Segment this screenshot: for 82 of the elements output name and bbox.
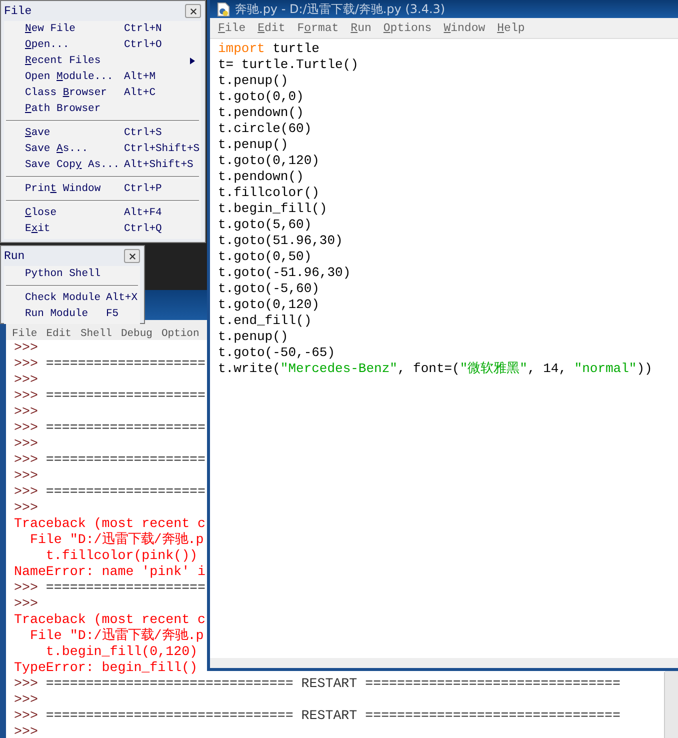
- close-button[interactable]: [185, 4, 201, 18]
- python-file-icon: [216, 2, 231, 16]
- shell-line: >>>: [14, 596, 38, 612]
- code-line: t.goto(51.96,30): [218, 233, 343, 249]
- menu-item[interactable]: Path Browser: [4, 101, 201, 117]
- shell-line: >>> ====================: [14, 388, 206, 404]
- scrollbar[interactable]: [664, 672, 678, 738]
- shell-line: >>> ====================: [14, 420, 206, 436]
- code-line: t.fillcolor(): [218, 185, 320, 201]
- code-line: t.penup(): [218, 329, 288, 345]
- code-line: t.penup(): [218, 137, 288, 153]
- code-line: t.begin_fill(): [218, 201, 328, 217]
- menu-item[interactable]: Recent Files: [4, 53, 201, 69]
- code-line: import turtle: [218, 41, 320, 57]
- error-line: Traceback (most recent c: [14, 612, 206, 628]
- code-line: t.pendown(): [218, 105, 304, 121]
- error-line: t.begin_fill(0,120): [44, 644, 198, 660]
- code-line: t.end_fill(): [218, 313, 312, 329]
- menu-item[interactable]: File: [218, 22, 246, 34]
- menu-item[interactable]: Edit: [258, 22, 286, 34]
- menu-item[interactable]: Edit: [46, 328, 72, 340]
- code-line: t.goto(-51.96,30): [218, 265, 351, 281]
- shell-line: >>> ====================: [14, 484, 206, 500]
- code-line: t.circle(60): [218, 121, 312, 137]
- shell-line: >>>: [14, 436, 38, 452]
- error-line: File "D:/迅雷下载/奔驰.p: [28, 532, 204, 548]
- shell-line: >>> =============================== RESTART ================================: [14, 676, 620, 692]
- shell-line: >>>: [14, 500, 38, 516]
- shell-line: >>>: [14, 468, 38, 484]
- menu-item[interactable]: Python Shell: [4, 266, 140, 282]
- error-line: NameError: name 'pink' i: [14, 564, 206, 580]
- menu-title: File: [4, 4, 32, 18]
- code-line: t.pendown(): [218, 169, 304, 185]
- code-line: t.goto(0,120): [218, 153, 320, 169]
- window-title: 奔驰.py - D:/迅雷下载/奔驰.py (3.4.3): [235, 0, 446, 18]
- menu-item[interactable]: Open Module... Alt+M: [4, 69, 201, 85]
- code-line: t.goto(-50,-65): [218, 345, 336, 361]
- shell-line: >>> =============================== RESTART ================================: [14, 708, 620, 724]
- menu-item[interactable]: Close Alt+F4: [4, 205, 201, 221]
- menu-item[interactable]: Class Browser Alt+C: [4, 85, 201, 101]
- code-line: t.write("Mercedes-Benz", font=("微软雅黑", 14, "normal")): [218, 361, 652, 377]
- close-icon: [128, 252, 136, 260]
- menu-item[interactable]: Option: [161, 328, 200, 340]
- shell-line: >>>: [14, 404, 38, 420]
- shell-line: >>>: [14, 372, 38, 388]
- shell-line: >>>: [14, 692, 38, 708]
- error-line: Traceback (most recent c: [14, 516, 206, 532]
- code-line: t.penup(): [218, 73, 288, 89]
- code-line: t= turtle.Turtle(): [218, 57, 358, 73]
- menu-item[interactable]: Help: [497, 22, 525, 34]
- menu-item[interactable]: Print Window Ctrl+P: [4, 181, 201, 197]
- menu-item[interactable]: Open... Ctrl+O: [4, 37, 201, 53]
- menu-item[interactable]: Save Copy As... Alt+Shift+S: [4, 157, 201, 173]
- menu-item[interactable]: Exit Ctrl+Q: [4, 221, 201, 237]
- close-button[interactable]: [124, 249, 140, 263]
- shell-line: >>> ====================: [14, 356, 206, 372]
- menu-item[interactable]: Save As... Ctrl+Shift+S: [4, 141, 201, 157]
- error-line: TypeError: begin_fill(): [14, 660, 198, 676]
- menu-item[interactable]: Shell: [80, 328, 112, 340]
- code-line: t.goto(5,60): [218, 217, 312, 233]
- menu-item[interactable]: Run Module F5: [4, 306, 140, 322]
- menu-item[interactable]: Save Ctrl+S: [4, 125, 201, 141]
- code-line: t.goto(-5,60): [218, 281, 320, 297]
- shell-line: >>>: [14, 724, 38, 738]
- close-icon: [190, 8, 196, 14]
- shell-line: >>> ====================: [14, 452, 206, 468]
- menu-item[interactable]: Window: [444, 22, 486, 34]
- menu-item[interactable]: Format: [297, 22, 339, 34]
- menu-item[interactable]: File: [12, 328, 38, 340]
- menu-item[interactable]: New File Ctrl+N: [4, 21, 201, 37]
- menu-item[interactable]: Options: [383, 22, 432, 34]
- code-line: t.goto(0,0): [218, 89, 304, 105]
- shell-line: >>>: [14, 340, 38, 356]
- menu-item[interactable]: Run: [350, 22, 372, 34]
- menu-item[interactable]: Check Module Alt+X: [4, 290, 140, 306]
- error-line: t.fillcolor(pink()): [44, 548, 198, 564]
- menu-item[interactable]: Debug: [120, 328, 152, 340]
- shell-line: >>> ====================: [14, 580, 206, 596]
- menu-title: Run: [4, 250, 25, 262]
- error-line: File "D:/迅雷下载/奔驰.p: [28, 628, 204, 644]
- code-line: t.goto(0,50): [218, 249, 312, 265]
- code-line: t.goto(0,120): [218, 297, 320, 313]
